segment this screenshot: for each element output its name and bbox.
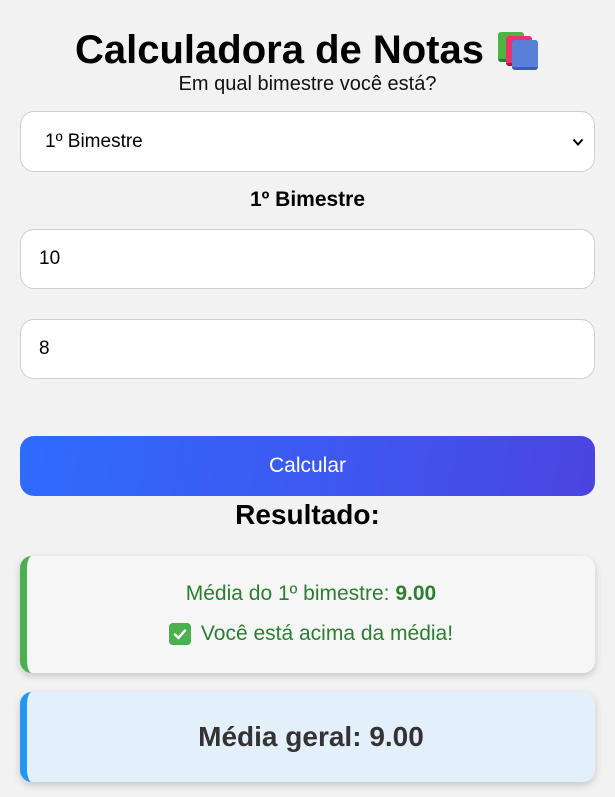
bimester-average-value: 9.00 — [395, 582, 437, 605]
bimester-average-label: Média do 1º bimestre: — [185, 582, 396, 605]
bimester-section-label: 1º Bimestre — [249, 188, 366, 211]
grade-1-input[interactable] — [20, 229, 595, 289]
page-subtitle: Em qual bimestre você está? — [178, 73, 437, 95]
chevron-down-icon — [572, 138, 584, 146]
bimester-average: Média do 1º bimestre: 9.00 — [27, 582, 595, 606]
check-box-icon — [168, 623, 191, 645]
overall-average-value: 9.00 — [369, 721, 424, 752]
bimester-select-value: 1º Bimestre — [45, 130, 143, 152]
grade-2-input[interactable] — [20, 319, 595, 379]
overall-average-card: Média geral: 9.00 — [20, 692, 595, 782]
status-text: Você está acima da média! — [200, 622, 454, 645]
status-message: Você está acima da média! — [27, 622, 595, 646]
overall-average-label: Média geral: — [198, 721, 370, 752]
page: Calculadora de Notas Em qual bimestre vo… — [0, 0, 615, 797]
page-title: Calculadora de Notas — [74, 28, 484, 72]
books-icon — [496, 30, 540, 70]
title-row: Calculadora de Notas — [0, 28, 615, 72]
overall-average: Média geral: 9.00 — [198, 721, 424, 753]
bimester-select[interactable]: 1º Bimestre — [20, 111, 595, 172]
bimester-result-card: Média do 1º bimestre: 9.00 Você está aci… — [20, 556, 595, 673]
result-heading: Resultado: — [235, 499, 380, 530]
calculate-button[interactable]: Calcular — [20, 436, 595, 496]
